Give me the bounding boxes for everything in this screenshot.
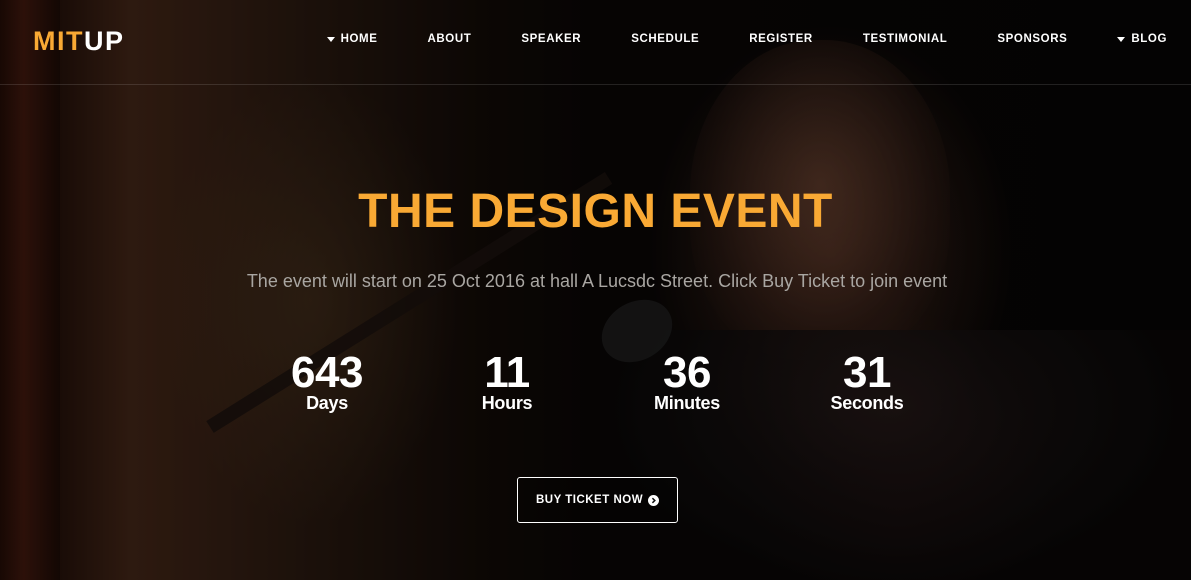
nav-item-about[interactable]: ABOUT: [428, 33, 472, 45]
countdown-minutes: 36 Minutes: [597, 348, 777, 414]
countdown-seconds: 31 Seconds: [777, 348, 957, 414]
countdown-value: 643: [291, 348, 363, 397]
nav-item-label: SCHEDULE: [631, 33, 700, 45]
site-header: MITUP HOME ABOUT SPEAKER SCHEDULE REGIST…: [0, 0, 1191, 85]
countdown-value: 36: [663, 348, 711, 397]
logo-part-up: UP: [84, 26, 125, 56]
nav-item-label: SPEAKER: [521, 33, 582, 45]
chevron-right-circle-icon: [648, 494, 660, 506]
caret-down-icon: [1117, 36, 1126, 42]
nav-item-sponsors[interactable]: SPONSORS: [997, 33, 1067, 45]
caret-down-icon: [326, 36, 335, 42]
logo-part-mit: MIT: [33, 26, 84, 56]
buy-ticket-button[interactable]: BUY TICKET NOW: [517, 477, 678, 523]
countdown-hours: 11 Hours: [417, 348, 597, 414]
nav-item-testimonial[interactable]: TESTIMONIAL: [863, 33, 948, 45]
site-logo[interactable]: MITUP: [33, 26, 125, 56]
main-nav: HOME ABOUT SPEAKER SCHEDULE REGISTER TES…: [326, 33, 1167, 45]
nav-item-register[interactable]: REGISTER: [749, 33, 813, 45]
nav-item-schedule[interactable]: SCHEDULE: [631, 33, 699, 45]
nav-item-speaker[interactable]: SPEAKER: [521, 33, 581, 45]
event-title: THE DESIGN EVENT: [358, 185, 833, 238]
countdown-value: 31: [843, 348, 891, 397]
nav-item-label: REGISTER: [749, 33, 813, 45]
buy-ticket-label: BUY TICKET NOW: [535, 494, 644, 506]
nav-item-label: ABOUT: [427, 33, 472, 45]
countdown-label: Hours: [481, 393, 533, 413]
hero-section: MITUP HOME ABOUT SPEAKER SCHEDULE REGIST…: [0, 0, 1191, 580]
countdown-label: Minutes: [654, 393, 720, 413]
countdown-value: 11: [484, 348, 530, 397]
event-subtitle: The event will start on 25 Oct 2016 at h…: [246, 271, 948, 291]
countdown-label: Days: [306, 393, 348, 413]
countdown-timer: 643 Days 11 Hours 36 Minutes 31 Seconds: [237, 348, 957, 414]
nav-item-blog[interactable]: BLOG: [1117, 33, 1167, 45]
countdown-label: Seconds: [830, 393, 904, 413]
nav-item-home[interactable]: HOME: [326, 33, 378, 45]
nav-item-label: BLOG: [1131, 33, 1167, 45]
countdown-days: 643 Days: [237, 348, 417, 414]
nav-item-label: HOME: [340, 33, 378, 45]
nav-item-label: TESTIMONIAL: [862, 33, 948, 45]
nav-item-label: SPONSORS: [997, 33, 1068, 45]
